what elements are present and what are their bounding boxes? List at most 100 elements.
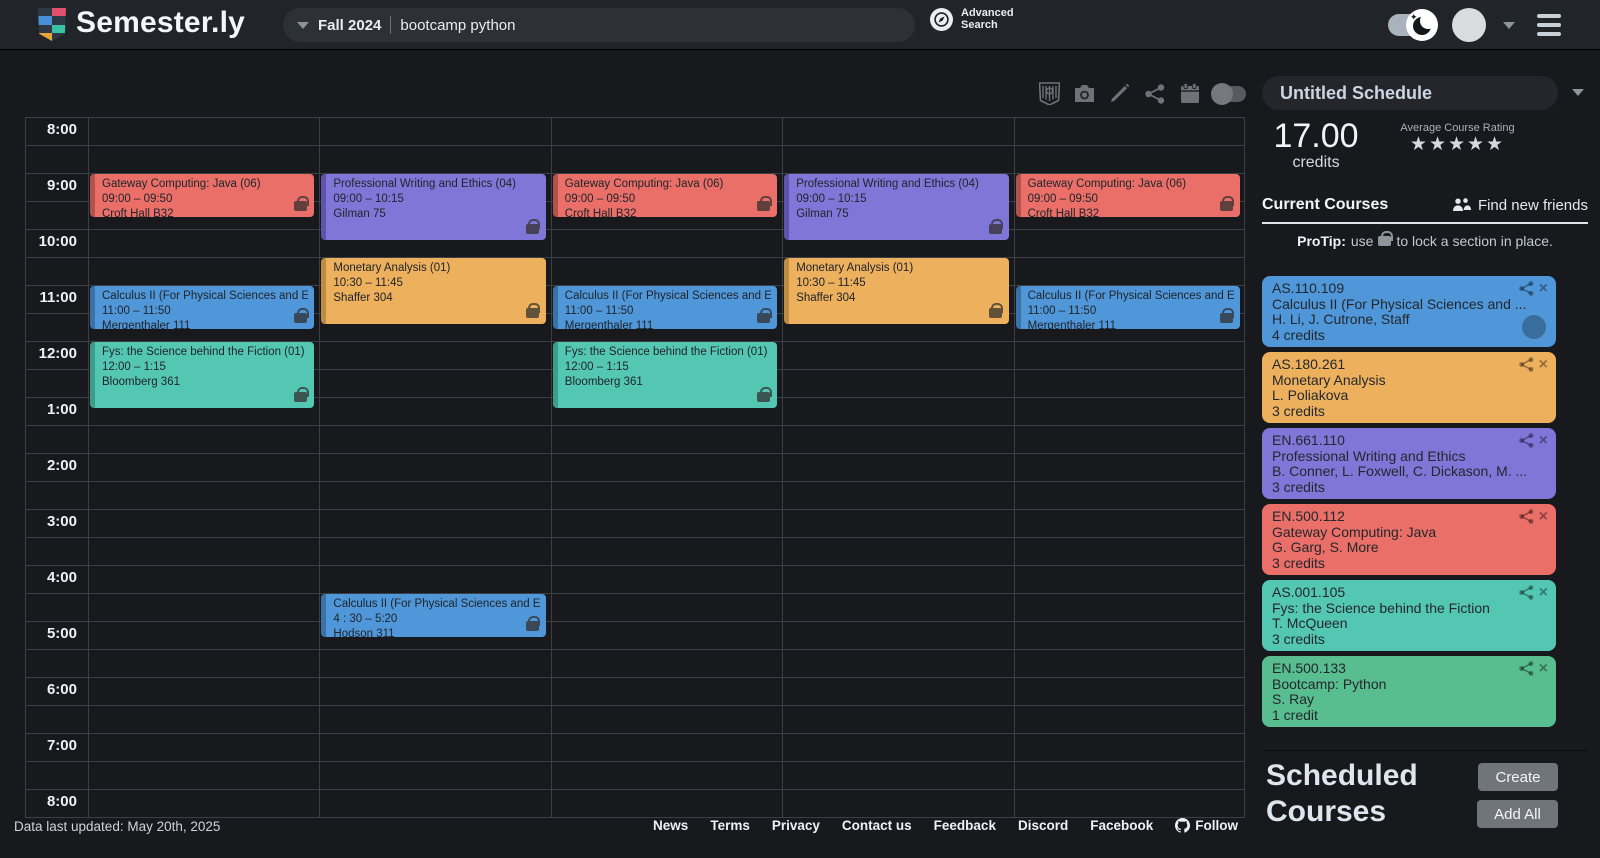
event-loc: Shaffer 304 (333, 292, 393, 304)
event-loc: Gilman 75 (333, 208, 386, 220)
card-actions: × (1518, 280, 1548, 296)
university-crest-icon[interactable] (1038, 82, 1061, 105)
lock-icon[interactable] (294, 195, 309, 211)
remove-course-icon[interactable]: × (1539, 584, 1548, 600)
lock-icon[interactable] (294, 307, 309, 323)
remove-course-icon[interactable]: × (1539, 660, 1548, 676)
time-label: 10:00 (38, 233, 77, 250)
course-cred: 3 credits (1272, 478, 1325, 495)
course-cred: 3 credits (1272, 554, 1325, 571)
advanced-search-label: Advanced Search (961, 7, 1014, 31)
share-course-icon[interactable] (1518, 433, 1534, 448)
event-title: Calculus II (For Physical Sciences and E… (1027, 290, 1234, 302)
brand-title[interactable]: Semester.ly (76, 6, 245, 40)
lock-icon[interactable] (525, 303, 541, 318)
footer-link-feedback[interactable]: Feedback (934, 818, 996, 833)
lock-icon[interactable] (757, 307, 772, 323)
share-schedule-icon[interactable] (1143, 82, 1166, 105)
calendar-event[interactable]: Gateway Computing: Java (06) 09:00 – 09:5… (1015, 174, 1240, 217)
remove-course-icon[interactable]: × (1539, 356, 1548, 372)
semester-label[interactable]: Fall 2024 (318, 17, 381, 34)
compass-icon (930, 7, 953, 31)
event-title: Calculus II (For Physical Sciences and E… (333, 598, 540, 610)
event-title: Calculus II (For Physical Sciences and E… (564, 290, 772, 302)
remove-course-icon[interactable]: × (1539, 280, 1548, 296)
footer-link-contact-us[interactable]: Contact us (842, 818, 912, 833)
footer-link-facebook[interactable]: Facebook (1090, 818, 1153, 833)
schedule-dropdown-caret-icon[interactable] (1572, 89, 1584, 96)
share-course-icon[interactable] (1518, 661, 1534, 676)
lock-icon[interactable] (757, 195, 772, 211)
calendar-event[interactable]: Calculus II (For Physical Sciences and E… (552, 286, 778, 329)
footer-link-news[interactable]: News (653, 818, 688, 833)
course-card[interactable]: AS.180.261 Monetary Analysis L. Poliakova 3… (1262, 352, 1556, 423)
calendar-event[interactable]: Professional Writing and Ethics (04) 09:0… (321, 174, 546, 240)
course-card[interactable]: EN.661.110 Professional Writing and Ethic… (1262, 428, 1556, 499)
share-course-icon[interactable] (1518, 281, 1534, 296)
lock-icon[interactable] (988, 219, 1004, 234)
sidebar-tabs: Current Courses Find new friends (1262, 196, 1588, 224)
credits-value: 17.00 (1273, 117, 1359, 155)
remove-course-icon[interactable]: × (1539, 432, 1548, 448)
search-bar[interactable]: Fall 2024 (283, 8, 915, 42)
calendar-event[interactable]: Fys: the Science behind the Fiction (01)… (90, 342, 315, 408)
time-label: 1:00 (46, 401, 77, 418)
user-avatar[interactable] (1452, 8, 1486, 42)
calendar-event[interactable]: Gateway Computing: Java (06) 09:00 – 09:5… (552, 174, 778, 217)
lock-icon[interactable] (525, 219, 541, 234)
dark-mode-toggle[interactable]: ✦ (1388, 9, 1438, 41)
footer-link-discord[interactable]: Discord (1018, 818, 1068, 833)
course-card[interactable]: EN.500.112 Gateway Computing: Java G. Garg… (1262, 504, 1556, 575)
compare-toggle[interactable] (1211, 82, 1246, 105)
lock-icon[interactable] (1219, 195, 1235, 211)
calendar-event[interactable]: Calculus II (For Physical Sciences and E… (321, 594, 546, 637)
calendar-event[interactable]: Calculus II (For Physical Sciences and E… (1015, 286, 1240, 329)
lock-icon[interactable] (294, 387, 309, 402)
calendar-export-icon[interactable] (1178, 82, 1201, 105)
advanced-search-button[interactable]: Advanced Search (930, 7, 1014, 31)
lock-icon[interactable] (757, 387, 772, 402)
semesterly-logo-icon[interactable] (38, 8, 66, 41)
tab-current-courses[interactable]: Current Courses (1262, 196, 1388, 214)
course-card[interactable]: AS.110.109 Calculus II (For Physical Scie… (1262, 276, 1556, 347)
course-inst: B. Conner, L. Foxwell, C. Dickason, M. .… (1272, 464, 1528, 479)
event-loc: Bloomberg 361 (564, 376, 643, 388)
course-code: AS.180.261 (1272, 356, 1346, 372)
lock-icon[interactable] (988, 303, 1004, 318)
card-actions: × (1518, 660, 1548, 676)
lock-icon[interactable] (525, 615, 541, 631)
edit-pencil-icon[interactable] (1108, 82, 1131, 105)
add-all-button[interactable]: Add All (1477, 800, 1558, 828)
course-card[interactable]: AS.001.105 Fys: the Science behind the Fi… (1262, 580, 1556, 651)
camera-screenshot-icon[interactable] (1073, 82, 1096, 105)
section-indicator-dot[interactable] (1522, 315, 1546, 339)
menu-hamburger-icon[interactable] (1537, 14, 1561, 36)
calendar-event[interactable]: Calculus II (For Physical Sciences and E… (90, 286, 315, 329)
footer-link-terms[interactable]: Terms (710, 818, 750, 833)
course-code: AS.001.105 (1272, 584, 1346, 600)
share-course-icon[interactable] (1518, 585, 1534, 600)
schedule-name-input[interactable] (1262, 76, 1558, 110)
calendar-event[interactable]: Monetary Analysis (01) 10:30 – 11:45 Shaff… (321, 258, 546, 324)
footer-link-privacy[interactable]: Privacy (772, 818, 820, 833)
create-button[interactable]: Create (1478, 763, 1558, 791)
calendar-event[interactable]: Fys: the Science behind the Fiction (01)… (552, 342, 778, 408)
calendar-event[interactable]: Monetary Analysis (01) 10:30 – 11:45 Shaff… (784, 258, 1009, 324)
event-loc: Shaffer 304 (796, 292, 856, 304)
course-search-input[interactable] (400, 16, 901, 34)
calendar-event[interactable]: Gateway Computing: Java (06) 09:00 – 09:5… (90, 174, 315, 217)
calendar-event[interactable]: Professional Writing and Ethics (04) 09:0… (784, 174, 1009, 240)
footer-link-follow[interactable]: Follow (1175, 818, 1238, 833)
event-time: 11:00 – 11:50 (564, 305, 634, 317)
remove-course-icon[interactable]: × (1539, 508, 1548, 524)
share-course-icon[interactable] (1518, 509, 1534, 524)
protip-text: ProTip: use to lock a section in place. (1297, 231, 1553, 249)
event-time: 09:00 – 10:15 (796, 193, 867, 205)
course-card[interactable]: EN.500.133 Bootcamp: Python S. Ray 1 credit… (1262, 656, 1556, 727)
semester-dropdown-caret-icon[interactable] (297, 21, 309, 29)
user-menu-caret-icon[interactable] (1503, 22, 1515, 29)
tab-find-new-friends[interactable]: Find new friends (1452, 197, 1588, 214)
lock-icon[interactable] (1219, 307, 1235, 323)
share-course-icon[interactable] (1518, 357, 1534, 372)
event-time: 11:00 – 11:50 (102, 305, 171, 317)
